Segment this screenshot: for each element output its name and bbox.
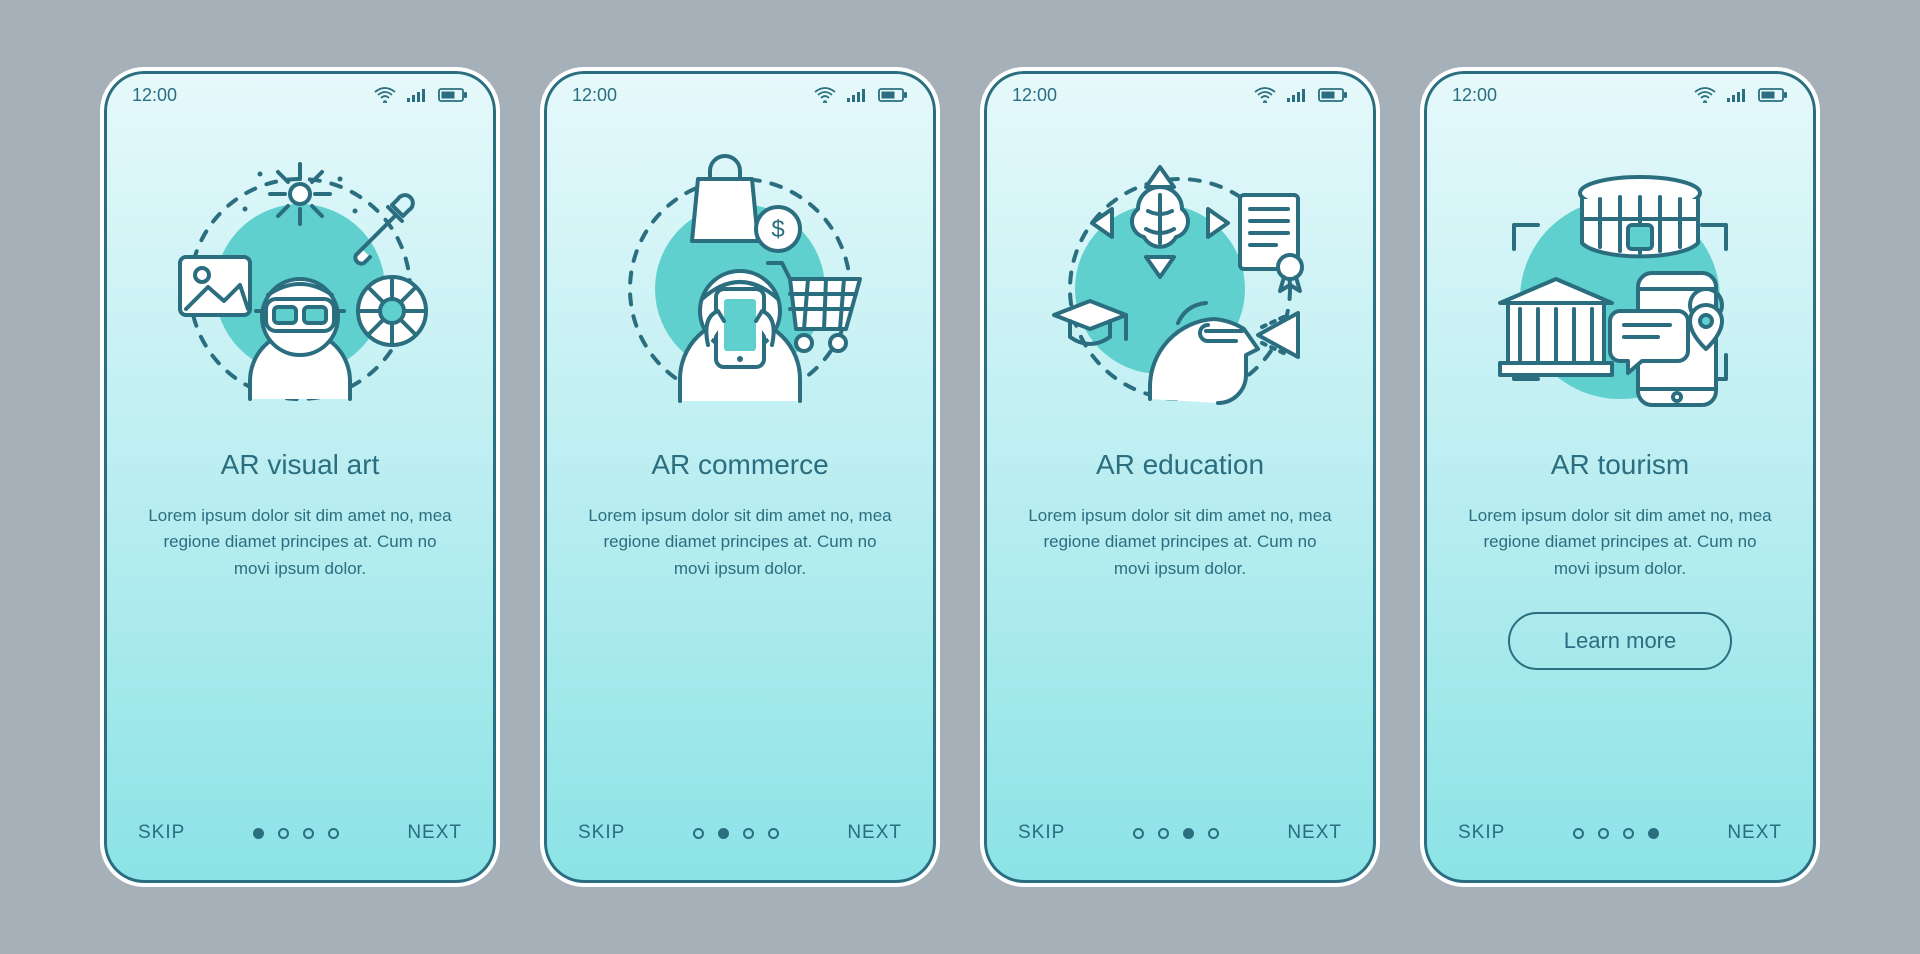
page-dot[interactable] (1573, 828, 1584, 839)
page-dot[interactable] (693, 828, 704, 839)
page-dot[interactable] (1623, 828, 1634, 839)
onboarding-stage: 12:00 (0, 0, 1920, 954)
page-dot[interactable] (1183, 828, 1194, 839)
page-dots (1133, 828, 1219, 839)
status-icons (1254, 87, 1348, 103)
status-time: 12:00 (132, 85, 177, 106)
status-icons (374, 87, 468, 103)
skip-button[interactable]: SKIP (138, 822, 185, 844)
page-dots (693, 828, 779, 839)
status-time: 12:00 (1452, 85, 1497, 106)
page-dot[interactable] (1648, 828, 1659, 839)
wifi-icon (1254, 87, 1276, 103)
phone-screen-tourism: 12:00 (1420, 67, 1820, 887)
screen-body: Lorem ipsum dolor sit dim amet no, mea r… (584, 503, 896, 582)
ar-tourism-icon (1470, 139, 1770, 419)
phone-screen-visual-art: 12:00 (100, 67, 500, 887)
hero-illustration: $ (544, 119, 936, 429)
page-dot[interactable] (278, 828, 289, 839)
phone-screen-commerce: 12:00 $ (540, 67, 940, 887)
page-dots (1573, 828, 1659, 839)
phone-screen-education: 12:00 (980, 67, 1380, 887)
skip-button[interactable]: SKIP (1018, 822, 1065, 844)
onboarding-content: AR visual art Lorem ipsum dolor sit dim … (104, 429, 496, 795)
page-dot[interactable] (328, 828, 339, 839)
page-dot[interactable] (1133, 828, 1144, 839)
screen-title: AR tourism (1464, 449, 1776, 481)
next-button[interactable]: NEXT (1727, 822, 1782, 844)
bottom-nav: SKIP NEXT (984, 795, 1376, 883)
bottom-nav: SKIP NEXT (104, 795, 496, 883)
bottom-nav: SKIP NEXT (1424, 795, 1816, 883)
next-button[interactable]: NEXT (847, 822, 902, 844)
status-time: 12:00 (1012, 85, 1057, 106)
screen-body: Lorem ipsum dolor sit dim amet no, mea r… (1464, 503, 1776, 582)
ar-education-icon (1030, 139, 1330, 419)
ar-commerce-icon: $ (590, 139, 890, 419)
screen-body: Lorem ipsum dolor sit dim amet no, mea r… (144, 503, 456, 582)
status-bar: 12:00 (1424, 71, 1816, 119)
onboarding-content: AR education Lorem ipsum dolor sit dim a… (984, 429, 1376, 795)
onboarding-content: AR commerce Lorem ipsum dolor sit dim am… (544, 429, 936, 795)
learn-more-button[interactable]: Learn more (1508, 612, 1733, 670)
hero-illustration (984, 119, 1376, 429)
status-bar: 12:00 (544, 71, 936, 119)
svg-text:$: $ (771, 216, 784, 243)
bottom-nav: SKIP NEXT (544, 795, 936, 883)
page-dot[interactable] (743, 828, 754, 839)
page-dot[interactable] (1208, 828, 1219, 839)
onboarding-content: AR tourism Lorem ipsum dolor sit dim ame… (1424, 429, 1816, 795)
battery-icon (1758, 87, 1788, 103)
signal-icon (1726, 87, 1748, 103)
screen-title: AR education (1024, 449, 1336, 481)
page-dot[interactable] (768, 828, 779, 839)
status-icons (1694, 87, 1788, 103)
hero-illustration (1424, 119, 1816, 429)
hero-illustration (104, 119, 496, 429)
page-dot[interactable] (253, 828, 264, 839)
page-dot[interactable] (1598, 828, 1609, 839)
battery-icon (438, 87, 468, 103)
skip-button[interactable]: SKIP (1458, 822, 1505, 844)
wifi-icon (1694, 87, 1716, 103)
signal-icon (846, 87, 868, 103)
status-bar: 12:00 (104, 71, 496, 119)
status-icons (814, 87, 908, 103)
battery-icon (1318, 87, 1348, 103)
status-time: 12:00 (572, 85, 617, 106)
wifi-icon (374, 87, 396, 103)
page-dot[interactable] (718, 828, 729, 839)
screen-title: AR visual art (144, 449, 456, 481)
page-dot[interactable] (303, 828, 314, 839)
ar-visual-art-icon (150, 139, 450, 419)
signal-icon (1286, 87, 1308, 103)
battery-icon (878, 87, 908, 103)
signal-icon (406, 87, 428, 103)
next-button[interactable]: NEXT (1287, 822, 1342, 844)
status-bar: 12:00 (984, 71, 1376, 119)
wifi-icon (814, 87, 836, 103)
screen-title: AR commerce (584, 449, 896, 481)
skip-button[interactable]: SKIP (578, 822, 625, 844)
screen-body: Lorem ipsum dolor sit dim amet no, mea r… (1024, 503, 1336, 582)
page-dot[interactable] (1158, 828, 1169, 839)
page-dots (253, 828, 339, 839)
next-button[interactable]: NEXT (407, 822, 462, 844)
